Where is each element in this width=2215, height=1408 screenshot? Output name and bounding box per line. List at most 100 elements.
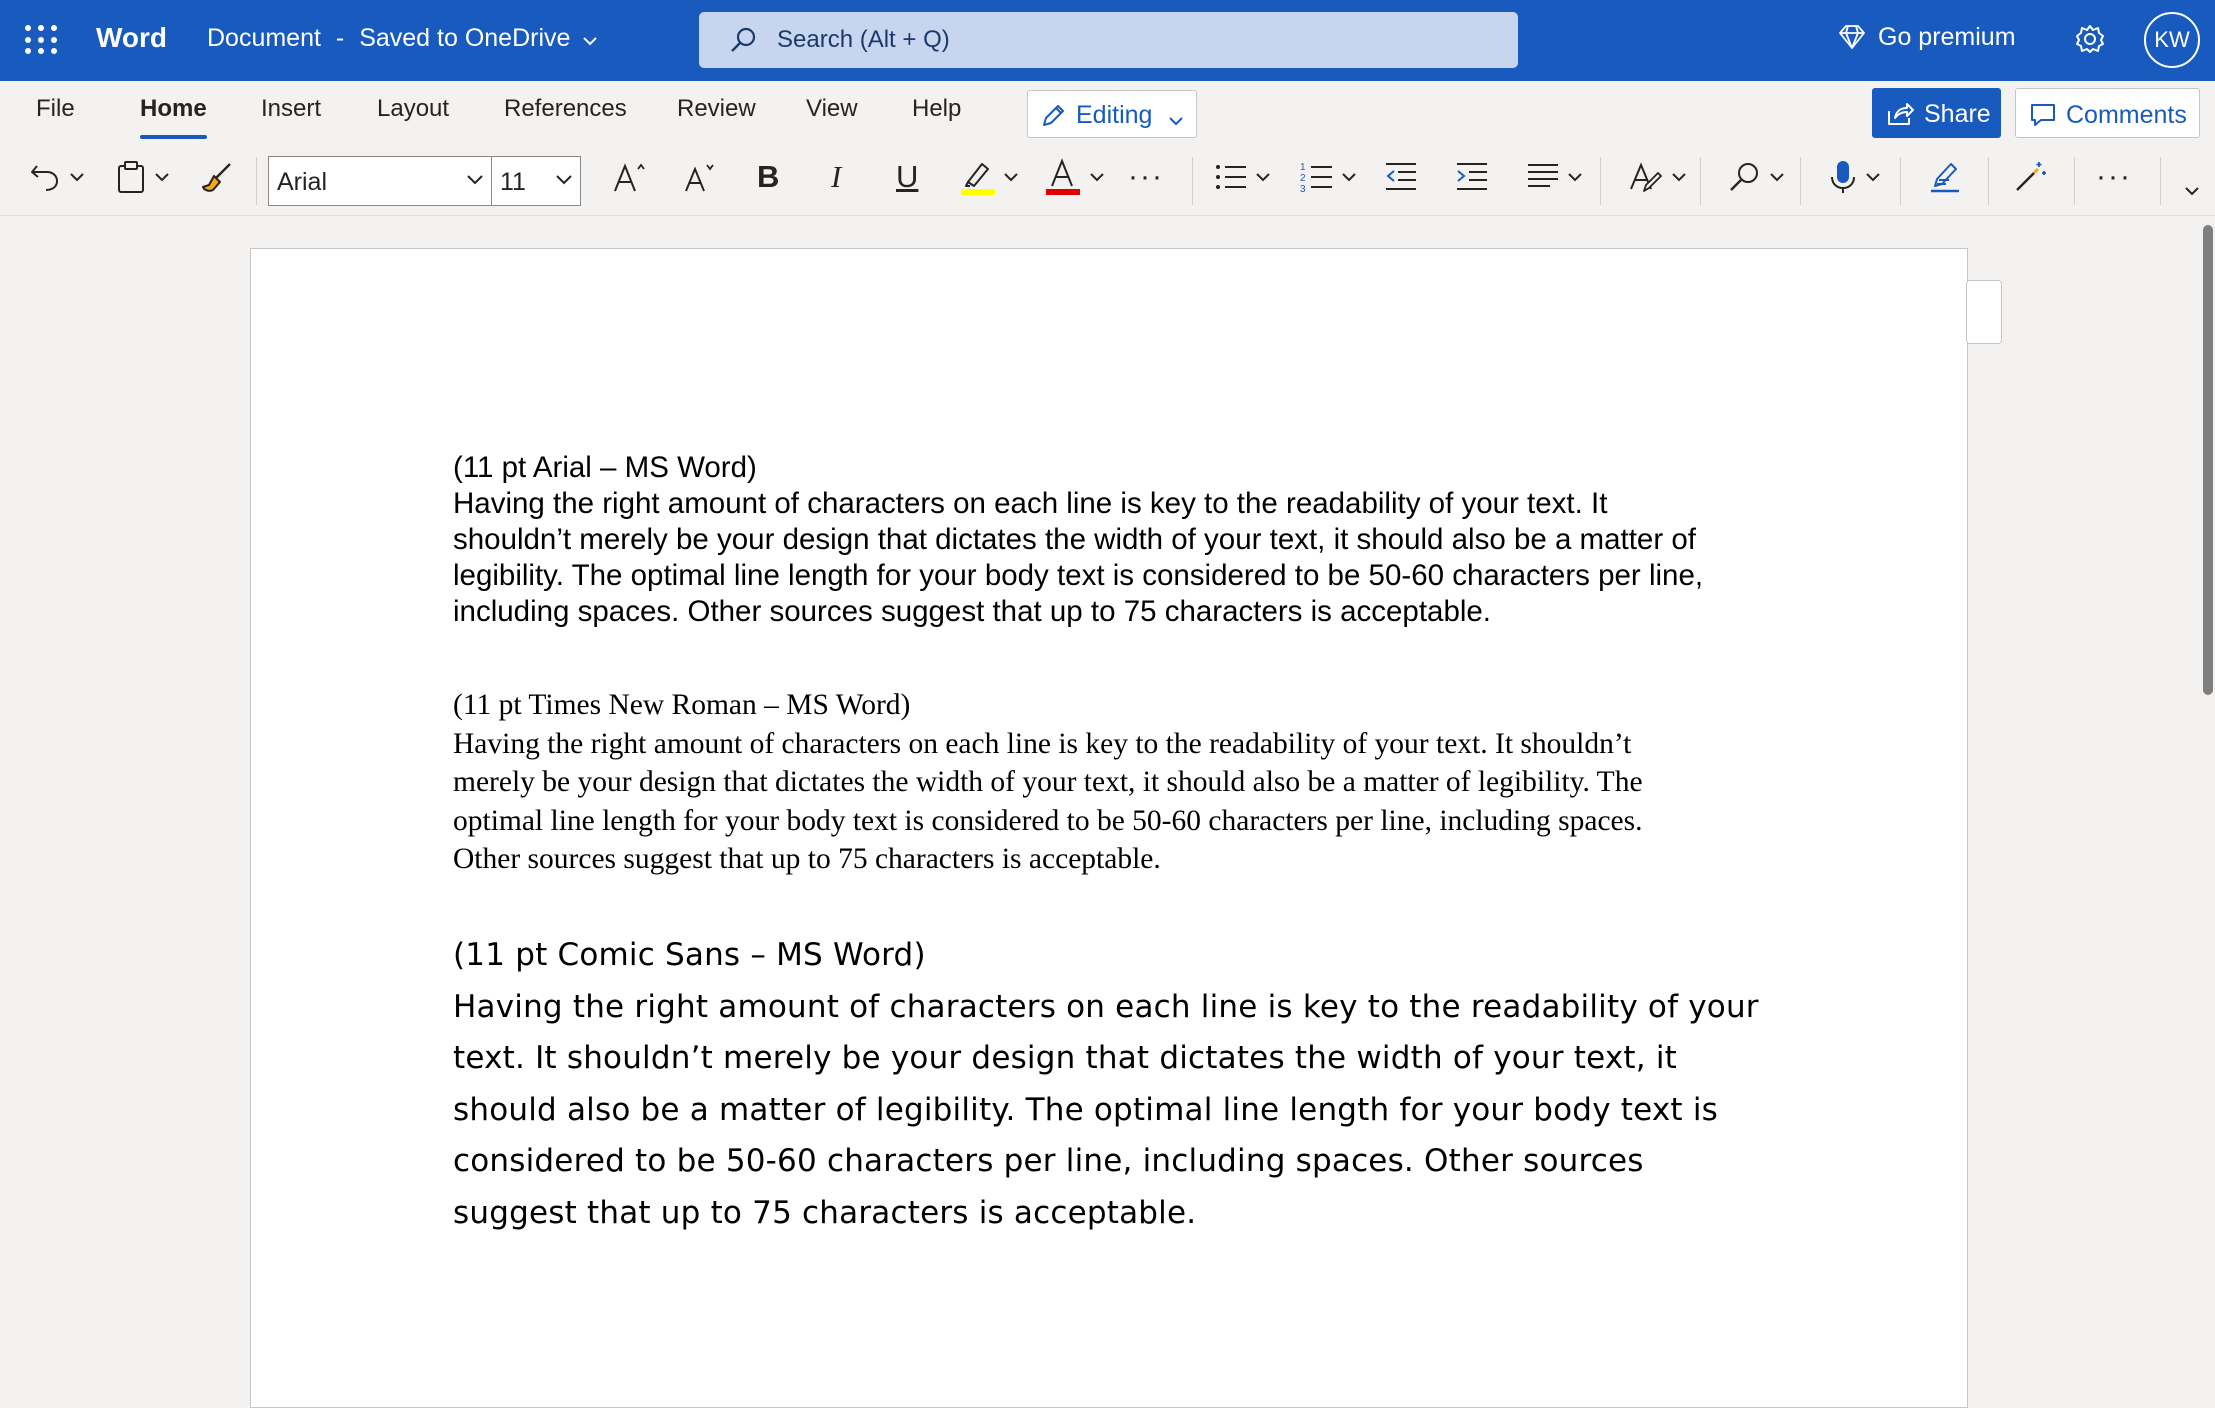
shrink-font-icon (685, 164, 714, 192)
comment-icon (2031, 104, 2055, 126)
title-separator: - (335, 24, 345, 52)
microphone-icon (1831, 161, 1855, 193)
increase-indent-icon (1457, 163, 1487, 190)
chevron-down-icon (1672, 173, 1686, 182)
settings-gear-icon[interactable] (2074, 23, 2106, 55)
vertical-scrollbar[interactable] (2200, 217, 2215, 1396)
ribbon-expand-button[interactable] (2183, 169, 2201, 213)
chevron-down-icon (1090, 173, 1104, 182)
magic-wand-icon (2016, 162, 2046, 191)
scrollbar-thumb[interactable] (2203, 225, 2213, 695)
numbering-button[interactable]: 123 (1300, 155, 1358, 199)
chevron-down-icon (155, 173, 169, 182)
paragraph-line: including spaces. Other sources suggest … (453, 595, 1492, 628)
document-title-menu[interactable]: Document - Saved to OneDrive (207, 24, 598, 53)
undo-icon (31, 165, 58, 191)
highlight-button[interactable] (960, 155, 1020, 199)
decrease-indent-button[interactable] (1384, 155, 1418, 199)
decrease-indent-icon (1386, 163, 1416, 190)
paragraph-line: Having the right amount of characters on… (453, 988, 1759, 1025)
numbered-list-icon: 123 (1300, 162, 1332, 194)
tab-file[interactable]: File (36, 95, 75, 123)
search-box[interactable]: Search (Alt + Q) (699, 12, 1518, 68)
tab-view[interactable]: View (806, 95, 858, 123)
paste-button[interactable] (115, 155, 171, 199)
chevron-down-icon (1168, 105, 1184, 134)
paragraph-arial[interactable]: (11 pt Arial – MS Word) Having the right… (453, 450, 1783, 630)
tab-review[interactable]: Review (677, 95, 756, 123)
svg-text:3: 3 (1300, 184, 1306, 194)
go-premium-button[interactable]: Go premium (1838, 23, 2016, 52)
paragraph-line: shouldn’t merely be your design that dic… (453, 523, 1696, 556)
chevron-down-icon (1004, 173, 1018, 182)
styles-button[interactable] (1628, 155, 1688, 199)
shrink-font-button[interactable] (683, 155, 717, 199)
comments-button[interactable]: Comments (2015, 88, 2200, 138)
more-options-button[interactable]: ··· (2096, 155, 2132, 199)
tab-help[interactable]: Help (912, 95, 961, 123)
pencil-icon (1040, 103, 1066, 136)
title-bar: Word Document - Saved to OneDrive Search… (0, 0, 2215, 81)
font-color-button[interactable] (1044, 155, 1106, 199)
editing-mode-button[interactable]: Editing (1027, 90, 1197, 138)
paragraph-heading: (11 pt Arial – MS Word) (453, 451, 757, 484)
tab-home[interactable]: Home (140, 95, 207, 139)
document-name: Document (207, 24, 321, 52)
home-toolbar: Arial 11 B I U ··· 1 2 3 ··· (0, 147, 2215, 207)
share-icon (1888, 103, 1914, 125)
grow-font-button[interactable] (612, 155, 648, 199)
tab-references[interactable]: References (504, 95, 627, 123)
chevron-down-icon (2185, 187, 2199, 196)
app-name[interactable]: Word (96, 22, 167, 54)
chevron-down-icon (556, 175, 572, 185)
paragraph-line: Having the right amount of characters on… (453, 487, 1608, 520)
paragraph-heading: (11 pt Comic Sans – MS Word) (453, 937, 926, 973)
grow-font-icon (614, 163, 645, 192)
paragraph-times[interactable]: (11 pt Times New Roman – MS Word) Having… (453, 686, 1783, 879)
share-label: Share (1924, 100, 1991, 128)
increase-indent-button[interactable] (1455, 155, 1489, 199)
more-font-options-button[interactable]: ··· (1128, 155, 1164, 199)
tab-layout[interactable]: Layout (377, 95, 449, 123)
format-painter-button[interactable] (200, 155, 234, 199)
paragraph-line: merely be your design that dictates the … (453, 766, 1643, 798)
bullets-button[interactable] (1214, 155, 1272, 199)
chevron-down-icon (1866, 173, 1880, 182)
svg-text:1: 1 (1300, 162, 1306, 173)
paragraph-line: Other sources suggest that up to 75 char… (453, 843, 1161, 875)
undo-button[interactable] (28, 155, 86, 199)
editing-label: Editing (1076, 101, 1153, 129)
font-name-combobox[interactable]: Arial (268, 156, 492, 206)
chevron-down-icon (1342, 173, 1356, 182)
chevron-down-icon (467, 175, 483, 185)
paragraph-comic-sans[interactable]: (11 pt Comic Sans – MS Word) Having the … (453, 930, 1783, 1239)
share-button[interactable]: Share (1872, 88, 2001, 138)
app-launcher-icon[interactable] (22, 22, 58, 58)
account-avatar[interactable]: KW (2144, 12, 2200, 68)
magnifier-icon (1730, 163, 1758, 191)
underline-button[interactable]: U (896, 155, 918, 199)
search-icon (729, 26, 757, 54)
italic-button[interactable]: I (831, 155, 841, 199)
highlighter-icon (961, 163, 995, 195)
clipboard-icon (118, 161, 144, 193)
paragraph-align-button[interactable] (1526, 155, 1584, 199)
font-size-combobox[interactable]: 11 (491, 156, 581, 206)
editor-button[interactable] (1927, 155, 1963, 199)
bold-button[interactable]: B (757, 155, 779, 199)
paragraph-line: considered to be 50-60 characters per li… (453, 1143, 1644, 1179)
find-button[interactable] (1728, 155, 1786, 199)
editor-pen-icon (1931, 163, 1959, 193)
svg-text:2: 2 (1300, 173, 1306, 184)
designer-button[interactable] (2012, 155, 2048, 199)
ribbon: File Home Insert Layout References Revie… (0, 81, 2215, 216)
page-side-handle[interactable] (1966, 280, 2002, 344)
font-size-value: 11 (500, 168, 526, 196)
search-input[interactable]: Search (Alt + Q) (777, 26, 950, 54)
font-color-icon (1046, 158, 1080, 195)
dictate-button[interactable] (1828, 155, 1882, 199)
paragraph-line: optimal line length for your body text i… (453, 804, 1643, 837)
paragraph-line: text. It shouldn’t merely be your design… (453, 1040, 1678, 1076)
paragraph-line: Having the right amount of characters on… (453, 727, 1632, 760)
tab-insert[interactable]: Insert (261, 95, 321, 123)
